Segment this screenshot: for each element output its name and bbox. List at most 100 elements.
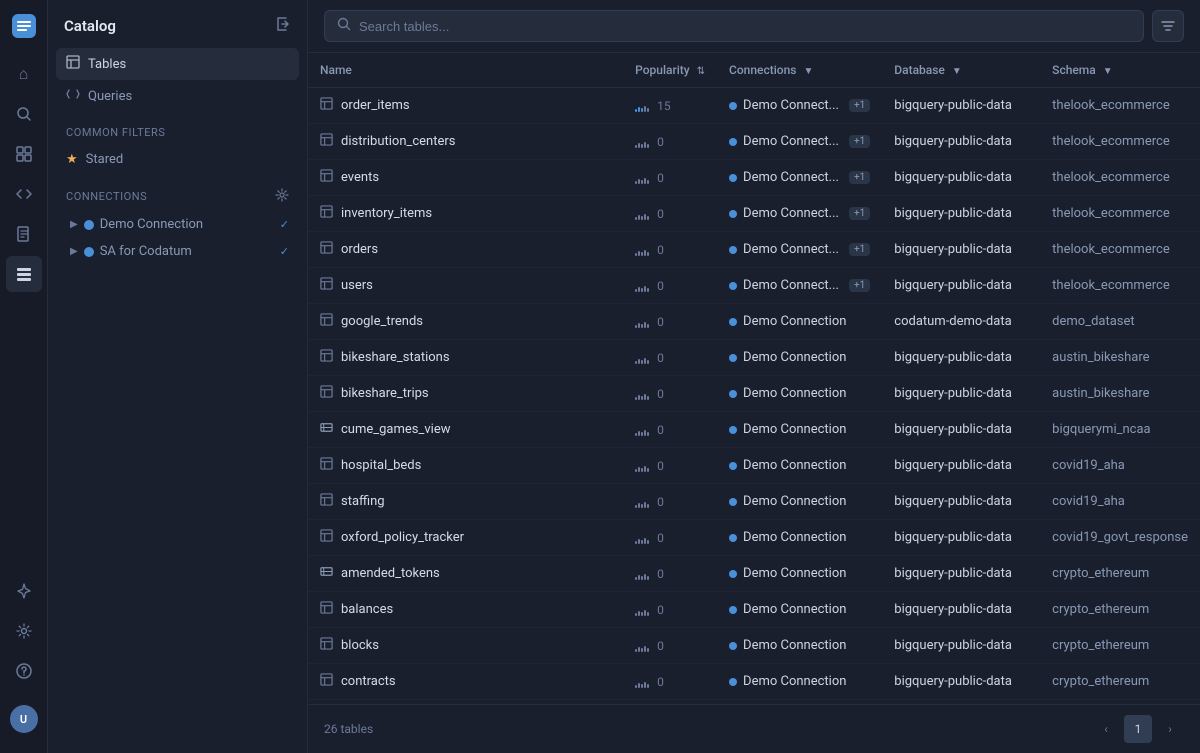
table-row[interactable]: staffing 0 Demo Connection bigquery-publ… xyxy=(308,484,1200,520)
cell-name: balances xyxy=(308,592,623,628)
sidebar-stared-item[interactable]: ★ Stared xyxy=(56,145,299,174)
connection-dot xyxy=(729,282,737,290)
col-popularity[interactable]: Popularity ⇅ xyxy=(623,53,717,88)
cell-name: users xyxy=(308,268,623,304)
popularity-value: 0 xyxy=(657,603,664,617)
popularity-bars-icon xyxy=(635,532,649,544)
connection-name: Demo Connection xyxy=(743,566,846,581)
sidebar-collapse-button[interactable] xyxy=(275,16,291,36)
nav-home-icon[interactable]: ⌂ xyxy=(6,56,42,92)
search-box[interactable] xyxy=(324,10,1144,42)
table-name: oxford_policy_tracker xyxy=(341,530,464,545)
table-row[interactable]: users 0 Demo Connect... +1 bigquery-publ… xyxy=(308,268,1200,304)
popularity-bars-icon xyxy=(635,460,649,472)
table-row[interactable]: cume_games_view 0 Demo Connection bigque… xyxy=(308,412,1200,448)
connection-dot xyxy=(729,174,737,182)
connection-dot xyxy=(729,210,737,218)
connection-dot xyxy=(729,534,737,542)
star-icon: ★ xyxy=(66,152,78,167)
table-name: orders xyxy=(341,242,378,257)
cell-connection: Demo Connection xyxy=(717,520,882,556)
table-row[interactable]: blocks 0 Demo Connection bigquery-public… xyxy=(308,628,1200,664)
connection-name: Demo Connection xyxy=(743,386,846,401)
next-page-button[interactable]: › xyxy=(1156,715,1184,743)
cell-database: bigquery-public-data xyxy=(882,88,1040,124)
nav-code-icon[interactable] xyxy=(6,176,42,212)
table-row[interactable]: hospital_beds 0 Demo Connection bigquery… xyxy=(308,448,1200,484)
popularity-bars-icon xyxy=(635,496,649,508)
table-row[interactable]: contracts 0 Demo Connection bigquery-pub… xyxy=(308,664,1200,700)
nav-magic-icon[interactable] xyxy=(6,573,42,609)
popularity-sort-icon: ⇅ xyxy=(697,66,705,77)
page-1-button[interactable]: 1 xyxy=(1124,715,1152,743)
sidebar-sa-connection[interactable]: ▶ SA for Codatum ✓ xyxy=(56,238,299,265)
popularity-bars-icon xyxy=(635,676,649,688)
main-content: Name Popularity ⇅ Connections ▼ Database… xyxy=(308,0,1200,753)
connection-name: Demo Connection xyxy=(743,314,846,329)
table-row[interactable]: order_items 15 Demo Connect... +1 bigque… xyxy=(308,88,1200,124)
nav-search-icon[interactable] xyxy=(6,96,42,132)
col-schema[interactable]: Schema ▼ xyxy=(1040,53,1200,88)
search-input[interactable] xyxy=(359,19,1131,34)
cell-database: bigquery-public-data xyxy=(882,484,1040,520)
col-name[interactable]: Name xyxy=(308,53,623,88)
popularity-value: 0 xyxy=(657,135,664,149)
nav-catalog-icon[interactable] xyxy=(6,256,42,292)
nav-help-icon[interactable] xyxy=(6,653,42,689)
table-row[interactable]: google_trends 0 Demo Connection codatum-… xyxy=(308,304,1200,340)
cell-name: cume_games_view xyxy=(308,412,623,448)
table-body: order_items 15 Demo Connect... +1 bigque… xyxy=(308,88,1200,705)
table-row[interactable]: bikeshare_stations 0 Demo Connection big… xyxy=(308,340,1200,376)
table-row[interactable]: events 0 Demo Connect... +1 bigquery-pub… xyxy=(308,160,1200,196)
table-row[interactable]: bikeshare_trips 0 Demo Connection bigque… xyxy=(308,376,1200,412)
table-row[interactable]: inventory_items 0 Demo Connect... +1 big… xyxy=(308,196,1200,232)
cell-connection: Demo Connect... +1 xyxy=(717,196,882,232)
popularity-value: 0 xyxy=(657,423,664,437)
table-row[interactable]: orders 0 Demo Connect... +1 bigquery-pub… xyxy=(308,232,1200,268)
connections-settings-icon[interactable] xyxy=(275,188,289,205)
cell-database: bigquery-public-data xyxy=(882,448,1040,484)
schema-filter-icon: ▼ xyxy=(1103,66,1113,77)
extra-connections-badge: +1 xyxy=(849,99,870,112)
nav-settings-icon[interactable] xyxy=(6,613,42,649)
cell-schema: thelook_ecommerce xyxy=(1040,160,1200,196)
cell-schema: crypto_ethereum xyxy=(1040,556,1200,592)
col-connections[interactable]: Connections ▼ xyxy=(717,53,882,88)
table-row[interactable]: amended_tokens 0 Demo Connection bigquer… xyxy=(308,556,1200,592)
queries-icon xyxy=(66,87,80,105)
sidebar-demo-connection[interactable]: ▶ Demo Connection ✓ xyxy=(56,211,299,238)
col-database[interactable]: Database ▼ xyxy=(882,53,1040,88)
search-icon xyxy=(337,17,351,35)
cell-database: bigquery-public-data xyxy=(882,196,1040,232)
prev-page-button[interactable]: ‹ xyxy=(1092,715,1120,743)
cell-popularity: 15 xyxy=(623,88,717,124)
nav-browse-icon[interactable] xyxy=(6,136,42,172)
cell-database: bigquery-public-data xyxy=(882,412,1040,448)
cell-popularity: 0 xyxy=(623,556,717,592)
connection-name: Demo Connect... xyxy=(743,98,839,113)
cell-connection: Demo Connection xyxy=(717,304,882,340)
popularity-bars-icon xyxy=(635,316,649,328)
cell-popularity: 0 xyxy=(623,412,717,448)
table-row[interactable]: oxford_policy_tracker 0 Demo Connection … xyxy=(308,520,1200,556)
popularity-bars-icon xyxy=(635,424,649,436)
popularity-value: 0 xyxy=(657,459,664,473)
table-header-row: Name Popularity ⇅ Connections ▼ Database… xyxy=(308,53,1200,88)
cell-database: codatum-demo-data xyxy=(882,304,1040,340)
table-row[interactable]: balances 0 Demo Connection bigquery-publ… xyxy=(308,592,1200,628)
cell-popularity: 0 xyxy=(623,520,717,556)
sidebar-item-tables[interactable]: Tables xyxy=(56,48,299,80)
cell-schema: thelook_ecommerce xyxy=(1040,88,1200,124)
nav-doc-icon[interactable] xyxy=(6,216,42,252)
table-name: inventory_items xyxy=(341,206,432,221)
cell-popularity: 0 xyxy=(623,232,717,268)
sidebar-item-queries[interactable]: Queries xyxy=(56,80,299,112)
cell-schema: demo_dataset xyxy=(1040,304,1200,340)
cell-name: google_trends xyxy=(308,304,623,340)
filter-button[interactable] xyxy=(1152,10,1184,42)
cell-popularity: 0 xyxy=(623,484,717,520)
table-row[interactable]: distribution_centers 0 Demo Connect... +… xyxy=(308,124,1200,160)
icon-nav: ⌂ xyxy=(0,0,48,753)
user-avatar[interactable]: U xyxy=(10,705,38,733)
connection-name: Demo Connection xyxy=(743,350,846,365)
